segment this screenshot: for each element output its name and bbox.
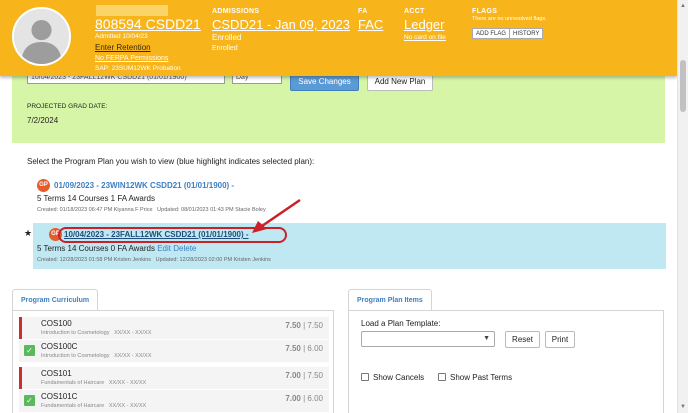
course-code: COS101C — [41, 392, 78, 401]
flags-note: There are no unresolved flags. — [472, 16, 547, 22]
plan-updated: Updated: 08/01/2023 01:43 PM Stacie Bole… — [157, 207, 266, 213]
admissions-status-secondary: Enrolled — [212, 45, 238, 52]
incomplete-marker — [19, 317, 22, 339]
ferpa-permissions-link[interactable]: No FERPA Permissions — [95, 55, 168, 62]
print-button[interactable]: Print — [545, 331, 575, 348]
plan-instructions: Select the Program Plan you wish to view… — [27, 157, 315, 166]
plan-template-select[interactable]: ▼ — [361, 331, 495, 347]
highlight-oval — [58, 227, 287, 243]
acct-label: ACCT — [404, 8, 425, 15]
admissions-label: ADMISSIONS — [212, 8, 260, 15]
fa-label: FA — [358, 8, 368, 15]
checkmark-icon: ✓ — [24, 345, 35, 356]
course-row[interactable]: COS101 Fundamentals of Haircare XX/XX - … — [19, 367, 329, 389]
plan-summary: 5 Terms 14 Courses 1 FA Awards — [37, 194, 155, 203]
plan-item-selected: ★ GP 10/04/2023 - 23FALL12WK CSDD21 (01/… — [24, 223, 666, 269]
admissions-status: Enrolled — [212, 33, 242, 42]
plan-meta: Created: 12/28/2023 01:58 PM Kristen Jen… — [37, 257, 271, 263]
ledger-link[interactable]: Ledger — [404, 17, 444, 32]
load-template-label: Load a Plan Template: — [361, 319, 441, 328]
history-button[interactable]: HISTORY — [509, 28, 544, 39]
admitted-date: Admitted 10/04/23 — [95, 33, 148, 40]
course-row[interactable]: ✓ COS100C Introduction to Cosmetology XX… — [19, 340, 329, 362]
projected-grad-value: 7/2/2024 — [27, 116, 59, 125]
course-name: Introduction to Cosmetology XX/XX - XX/X… — [41, 353, 152, 359]
chevron-down-icon: ▼ — [483, 335, 490, 342]
plan-summary: 5 Terms 14 Courses 0 FA Awards Edit Dele… — [37, 244, 196, 253]
student-header: 808594 CSDD21 Admitted 10/04/23 Enter Re… — [0, 0, 677, 76]
program-curriculum-panel: Program Curriculum COS100 Introduction t… — [12, 289, 334, 413]
course-code: COS100C — [41, 342, 78, 351]
show-cancels-checkbox[interactable] — [361, 373, 369, 381]
user-silhouette-icon — [14, 9, 69, 64]
sap-status: SAP: 23SUM12WK Probation — [95, 65, 181, 72]
star-icon: ★ — [24, 228, 33, 238]
program-plan-items-panel: Program Plan Items Load a Plan Template:… — [348, 289, 664, 413]
plan-summary-text: 5 Terms 14 Courses 0 FA Awards — [37, 244, 155, 253]
course-name: Fundamentals of Haircare XX/XX - XX/XX — [41, 403, 147, 409]
scrollbar-thumb[interactable] — [680, 60, 686, 112]
tab-program-plan-items[interactable]: Program Plan Items — [348, 289, 432, 311]
plan-created: Created: 01/18/2023 06:47 PM Kiyanna F P… — [37, 207, 153, 213]
avatar — [12, 7, 71, 66]
show-past-terms-checkbox[interactable] — [438, 373, 446, 381]
tab-program-curriculum[interactable]: Program Curriculum — [12, 289, 99, 311]
checkmark-icon: ✓ — [24, 395, 35, 406]
course-row[interactable]: ✓ COS101C Fundamentals of Haircare XX/XX… — [19, 390, 329, 412]
course-name: Introduction to Cosmetology XX/XX - XX/X… — [41, 330, 152, 336]
course-credits: 7.50 | 7.50 — [285, 321, 323, 330]
plan-link[interactable]: 01/09/2023 - 23WIN12WK CSDD21 (01/01/190… — [54, 181, 234, 190]
scroll-up-icon[interactable]: ▲ — [680, 3, 686, 9]
edit-plan-link[interactable]: Edit — [157, 244, 171, 253]
course-credits: 7.00 | 6.00 — [285, 394, 323, 403]
flags-label: FLAGS — [472, 8, 498, 15]
student-id-link[interactable]: 808594 CSDD21 — [95, 16, 201, 32]
scroll-down-icon[interactable]: ▼ — [680, 404, 686, 410]
incomplete-marker — [19, 367, 22, 389]
plan-updated: Updated: 12/28/2023 02:00 PM Kristen Jen… — [155, 257, 271, 263]
course-credits: 7.00 | 7.50 — [285, 371, 323, 380]
plan-meta: Created: 01/18/2023 06:47 PM Kiyanna F P… — [37, 207, 266, 213]
course-name: Fundamentals of Haircare XX/XX - XX/XX — [41, 380, 147, 386]
show-cancels-label: Show Cancels — [373, 373, 425, 382]
reset-button[interactable]: Reset — [505, 331, 540, 348]
page-scrollbar[interactable]: ▲ ▼ — [677, 0, 688, 413]
delete-plan-link[interactable]: Delete — [173, 244, 196, 253]
course-code: COS101 — [41, 369, 72, 378]
card-on-file-link[interactable]: No card on file — [404, 34, 446, 41]
fa-link[interactable]: FAC — [358, 17, 383, 32]
enter-retention-link[interactable]: Enter Retention — [95, 43, 151, 52]
add-flag-button[interactable]: ADD FLAG — [472, 28, 511, 39]
plan-items-box: Load a Plan Template: ▼ Reset Print Show… — [348, 310, 664, 413]
admissions-link[interactable]: CSDD21 - Jan 09, 2023 — [212, 17, 350, 32]
plan-created: Created: 12/28/2023 01:58 PM Kristen Jen… — [37, 257, 152, 263]
redacted-name — [96, 5, 168, 16]
show-past-terms-label: Show Past Terms — [450, 373, 513, 382]
curriculum-list: COS100 Introduction to Cosmetology XX/XX… — [12, 310, 334, 413]
gp-badge-icon: GP — [37, 179, 50, 192]
course-code: COS100 — [41, 319, 72, 328]
course-row[interactable]: COS100 Introduction to Cosmetology XX/XX… — [19, 317, 329, 339]
projected-grad-label: PROJECTED GRAD DATE: — [27, 103, 108, 110]
course-credits: 7.50 | 6.00 — [285, 344, 323, 353]
